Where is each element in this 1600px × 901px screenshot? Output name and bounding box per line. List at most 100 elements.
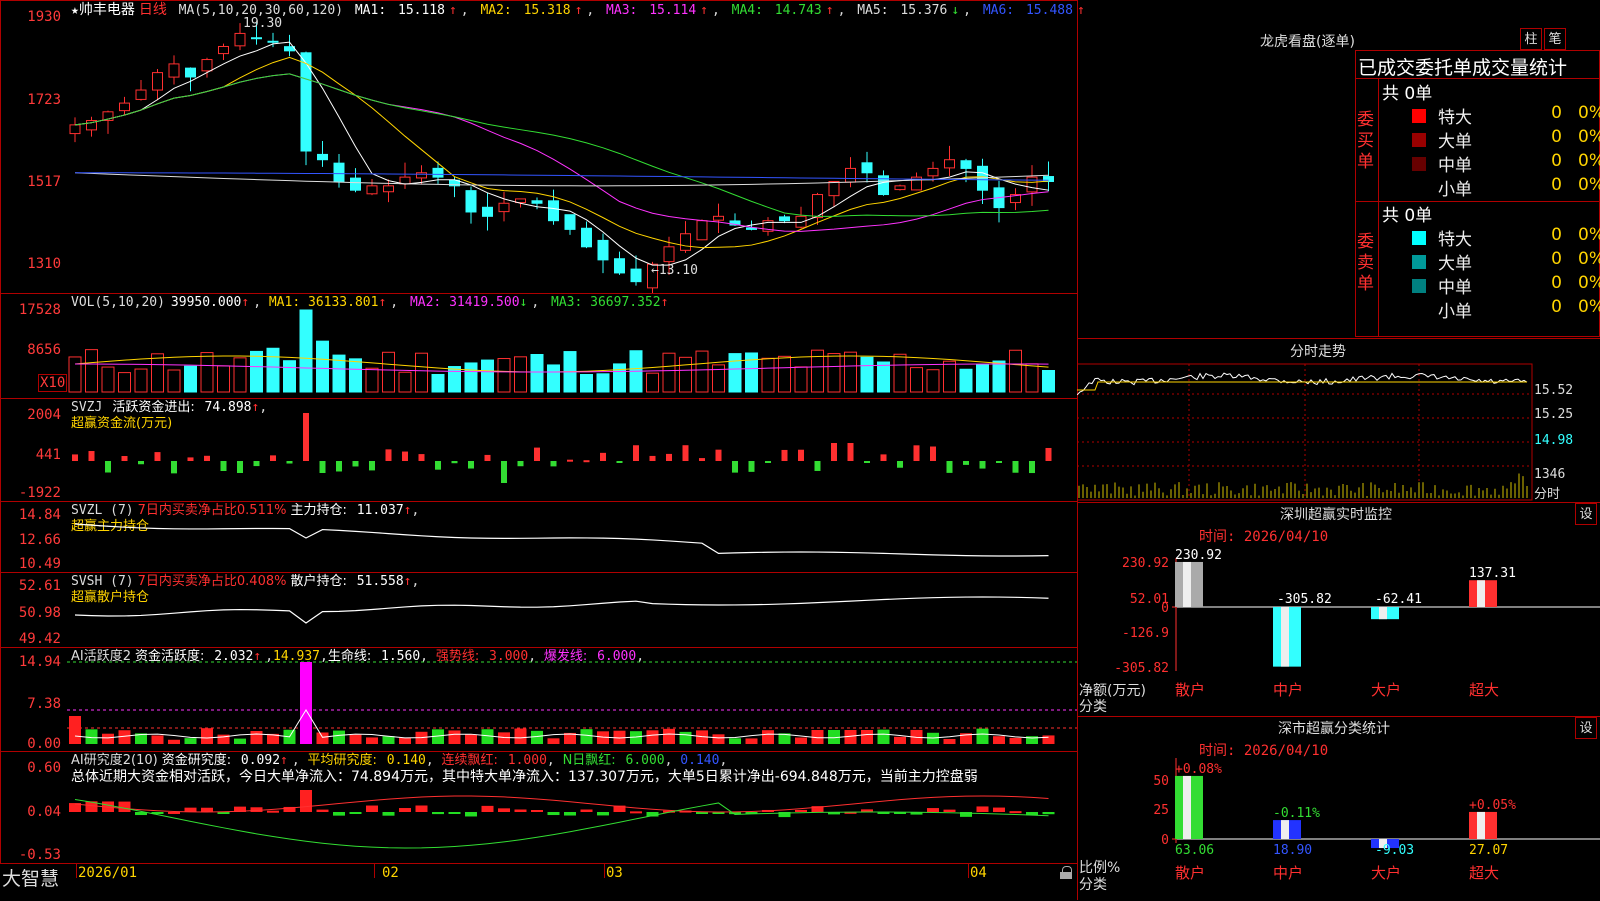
candle-body — [482, 206, 493, 217]
activity-bar — [234, 738, 246, 744]
activity-bar — [547, 738, 560, 744]
category-label: 中户 — [1273, 864, 1303, 882]
volume-panel[interactable]: 17528 8656 X10 VOL(5,10,20) 39950.000↑, M… — [0, 293, 1078, 399]
candle-body — [251, 37, 262, 40]
flow-bar — [501, 461, 507, 483]
candle-body — [317, 153, 328, 161]
candle-body — [267, 40, 279, 43]
ai-activity-panel[interactable]: 14.94 7.38 0.00 AI活跃度2 资金活跃度: 2.032↑ ,14.9… — [0, 647, 1078, 752]
ai-research-chart[interactable] — [67, 752, 1077, 863]
volume-bar — [662, 352, 676, 393]
svzl-axis: 14.84 12.66 10.49 — [18, 507, 61, 572]
research-bar — [514, 809, 527, 812]
price-line — [1077, 372, 1528, 396]
sz-monitor-chart[interactable]: 230.9252.010-126.9-305.82230.92散户-305.82… — [1077, 545, 1600, 705]
candlestick-chart[interactable] — [67, 1, 1077, 293]
activity-bar — [102, 733, 114, 744]
flow-bar — [913, 445, 920, 461]
candle-body — [960, 160, 972, 169]
bar-value-label: 18.90 — [1273, 843, 1312, 858]
candle-body — [927, 167, 939, 177]
svzl-chart[interactable] — [67, 502, 1077, 572]
pen-mode-button[interactable]: 笔 — [1544, 28, 1566, 50]
bar-highlight — [1477, 580, 1485, 607]
research-bar — [250, 807, 263, 812]
flow-bar — [204, 455, 210, 461]
intraday-chart[interactable] — [1077, 362, 1600, 502]
candle-body — [135, 89, 147, 100]
volume-bar — [646, 372, 659, 393]
tick-label: 230.92 — [1122, 556, 1169, 571]
ai-research-panel[interactable]: 0.60 0.04 -0.53 AI研究度2(10) 资金研究度: 0.092↑,… — [0, 751, 1078, 864]
buy-row: 特大00% — [1412, 103, 1600, 128]
ma-line — [74, 73, 1049, 217]
research-bar — [993, 807, 1005, 812]
flow-bar — [633, 445, 639, 461]
vol-unit: X10 — [38, 374, 68, 392]
candle-body — [498, 202, 510, 213]
candle-body — [201, 59, 213, 72]
category-label: 大户 — [1371, 864, 1401, 882]
research-bar — [943, 809, 956, 812]
research-bar — [597, 812, 609, 816]
volume-bar — [365, 367, 379, 393]
bar-value-label: -305.82 — [1277, 592, 1332, 607]
cls-chart[interactable]: 75 50 25 0 63.06 +0.08% 散户 18.90 -0.11% 中户 -9.03 大户… — [1077, 758, 1600, 900]
flow-bar — [154, 452, 161, 461]
ma-line — [74, 73, 1049, 232]
tick-label: 0 — [1161, 601, 1169, 616]
lhb-title: 龙虎看盘(逐单) — [1260, 34, 1355, 50]
volume-chart[interactable] — [67, 294, 1077, 398]
tick-label: 50 — [1153, 774, 1169, 789]
svzj-panel[interactable]: 2004 441 -1922 SVZJ 活跃资金进出: 74.898↑, 超赢资金… — [0, 398, 1078, 502]
activity-bar — [861, 730, 873, 744]
candle-panel[interactable]: 1930 1723 1517 1310 ★帅丰电器 日线 MA(5,10,20,3… — [0, 0, 1085, 294]
candle-body — [218, 45, 229, 55]
flow-bar — [1012, 461, 1019, 473]
volume-bar — [596, 373, 610, 393]
svzj-chart[interactable] — [67, 399, 1077, 501]
tick-label: -126.9 — [1122, 626, 1169, 641]
intraday-tick: 15.52 — [1534, 383, 1574, 398]
buy-row: 中单00% — [1412, 151, 1600, 176]
research-bar — [366, 805, 378, 812]
flow-bar — [649, 455, 656, 461]
activity-bar — [795, 737, 807, 744]
bar-pct-label: +0.08% — [1175, 762, 1222, 777]
flow-bar — [748, 461, 755, 472]
flow-bar — [253, 461, 260, 467]
candle-body — [663, 246, 675, 263]
lifeline — [74, 709, 1049, 739]
volume-bar — [794, 366, 808, 393]
volume-bar — [728, 353, 742, 393]
volume-bar — [266, 347, 280, 393]
flow-bar — [369, 461, 375, 471]
bar-highlight — [1183, 561, 1191, 607]
volume-bar — [217, 365, 230, 393]
candle-body — [432, 167, 444, 178]
volume-bar — [250, 350, 263, 393]
flow-bar — [550, 461, 557, 467]
ai-activity-chart[interactable] — [67, 648, 1077, 751]
svzl-panel[interactable]: 14.84 12.66 10.49 SVZL (7) 7日内买卖净占比0.511%… — [0, 501, 1078, 573]
category-label: 超大 — [1469, 681, 1499, 699]
svsh-chart[interactable] — [67, 573, 1077, 647]
candle-body — [894, 185, 906, 191]
candle-body — [366, 185, 378, 195]
flow-bar — [402, 451, 408, 461]
volume-bar — [1042, 369, 1055, 393]
flow-bar — [798, 449, 804, 461]
activity-bar — [399, 737, 411, 744]
bar-mode-button[interactable]: 柱 — [1520, 28, 1542, 50]
research-bar — [201, 807, 213, 812]
activity-bar — [168, 739, 180, 744]
volume-bar — [679, 356, 692, 393]
cls-settings-button[interactable]: 设 — [1575, 717, 1597, 739]
research-bar — [481, 805, 494, 812]
svsh-panel[interactable]: 52.61 50.98 49.42 SVSH (7) 7日内买卖净占比0.408%… — [0, 572, 1078, 648]
candle-body — [597, 239, 609, 261]
flow-bar — [864, 461, 870, 463]
volume-bar — [514, 356, 527, 393]
volume-bar — [1025, 363, 1039, 393]
sz-settings-button[interactable]: 设 — [1575, 503, 1597, 525]
